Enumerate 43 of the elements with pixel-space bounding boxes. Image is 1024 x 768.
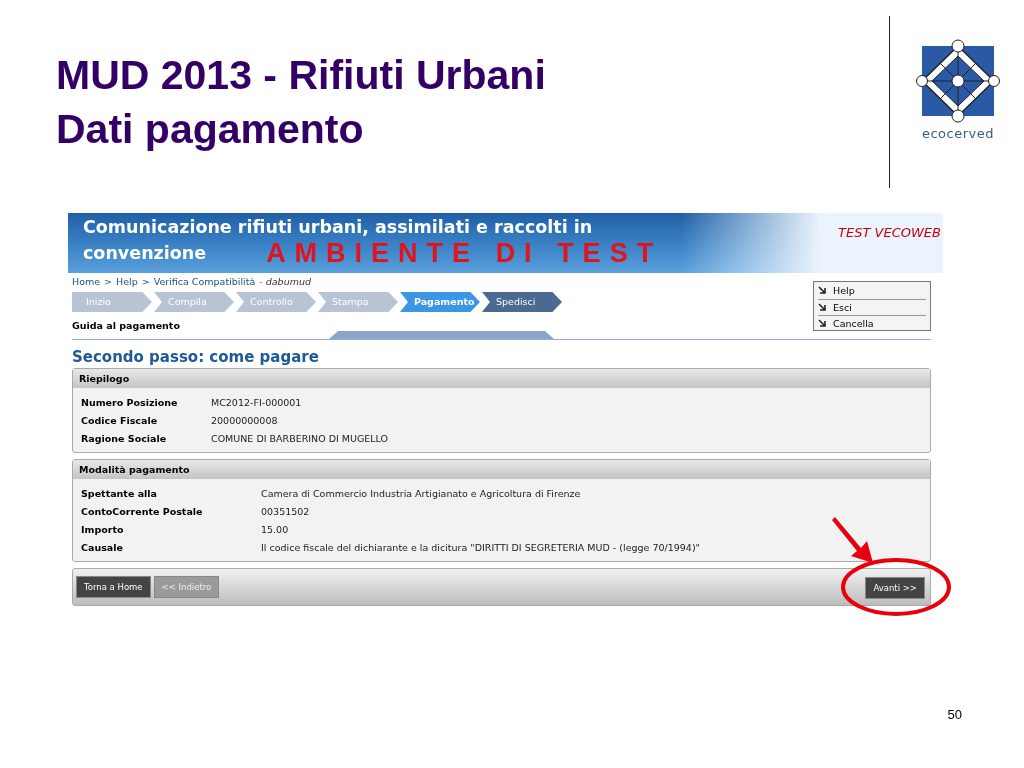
- breadcrumb-separator: >: [141, 275, 150, 289]
- menu-item[interactable]: Help: [818, 283, 926, 300]
- arrow-icon: [818, 319, 827, 329]
- logo-text: ecocerved: [921, 126, 994, 141]
- nav-button[interactable]: Torna a Home: [76, 576, 151, 598]
- field-value: 15.00: [261, 523, 289, 537]
- app-title: convenzione: [83, 242, 207, 265]
- slide-title: MUD 2013 - Rifiuti Urbani: [56, 51, 546, 100]
- panel-title: Modalità pagamento: [79, 464, 190, 475]
- field-value: MC2012-FI-000001: [211, 396, 302, 410]
- panel-title: Riepilogo: [79, 373, 130, 384]
- field-label: Importo: [81, 523, 125, 537]
- field-label: Ragione Sociale: [81, 432, 168, 446]
- step-tab[interactable]: Spedisci: [482, 292, 562, 312]
- breadcrumb-current: - dabumud: [259, 275, 311, 289]
- test-environment-label: AMBIENTE DI TEST: [266, 240, 663, 266]
- next-button[interactable]: Avanti >>: [865, 576, 925, 599]
- breadcrumb-separator: >: [104, 275, 113, 289]
- field-value: 20000000008: [211, 414, 278, 428]
- expand-guide-tab[interactable]: [329, 331, 554, 339]
- field-label: Spettante alla: [81, 487, 158, 501]
- breadcrumb-link[interactable]: Help: [116, 275, 138, 289]
- page-number: 50: [947, 707, 962, 722]
- lattice-logo-icon: [916, 38, 1000, 124]
- breadcrumb-link[interactable]: Home: [72, 275, 101, 289]
- menu-item[interactable]: Esci: [818, 299, 926, 316]
- field-value: 00351502: [261, 505, 310, 519]
- menu-item[interactable]: Cancella: [818, 316, 926, 332]
- environment-label: TEST VECOWEB: [838, 224, 942, 242]
- field-label: Codice Fiscale: [81, 414, 159, 428]
- field-value: Camera di Commercio Industria Artigianato e Agricoltura di Firenze: [261, 487, 581, 501]
- page-heading: Secondo passo: come pagare: [71, 347, 320, 368]
- breadcrumb-link[interactable]: Verifica Compatibilità: [153, 275, 256, 289]
- field-label: ContoCorrente Postale: [81, 505, 204, 519]
- app-title: Comunicazione rifiuti urbani, assimilati e raccolti in: [83, 216, 594, 239]
- field-label: Numero Posizione: [81, 396, 179, 410]
- guide-label: Guida al pagamento: [72, 320, 181, 331]
- field-label: Causale: [81, 541, 124, 555]
- arrow-icon: [818, 286, 827, 296]
- slide-title: Dati pagamento: [56, 105, 365, 154]
- field-value: COMUNE DI BARBERINO DI MUGELLO: [211, 432, 389, 446]
- arrow-icon: [818, 302, 827, 312]
- field-value: Il codice fiscale del dichiarante e la dicitura "DIRITTI DI SEGRETERIA MUD - (legge 70/1994)": [261, 541, 700, 555]
